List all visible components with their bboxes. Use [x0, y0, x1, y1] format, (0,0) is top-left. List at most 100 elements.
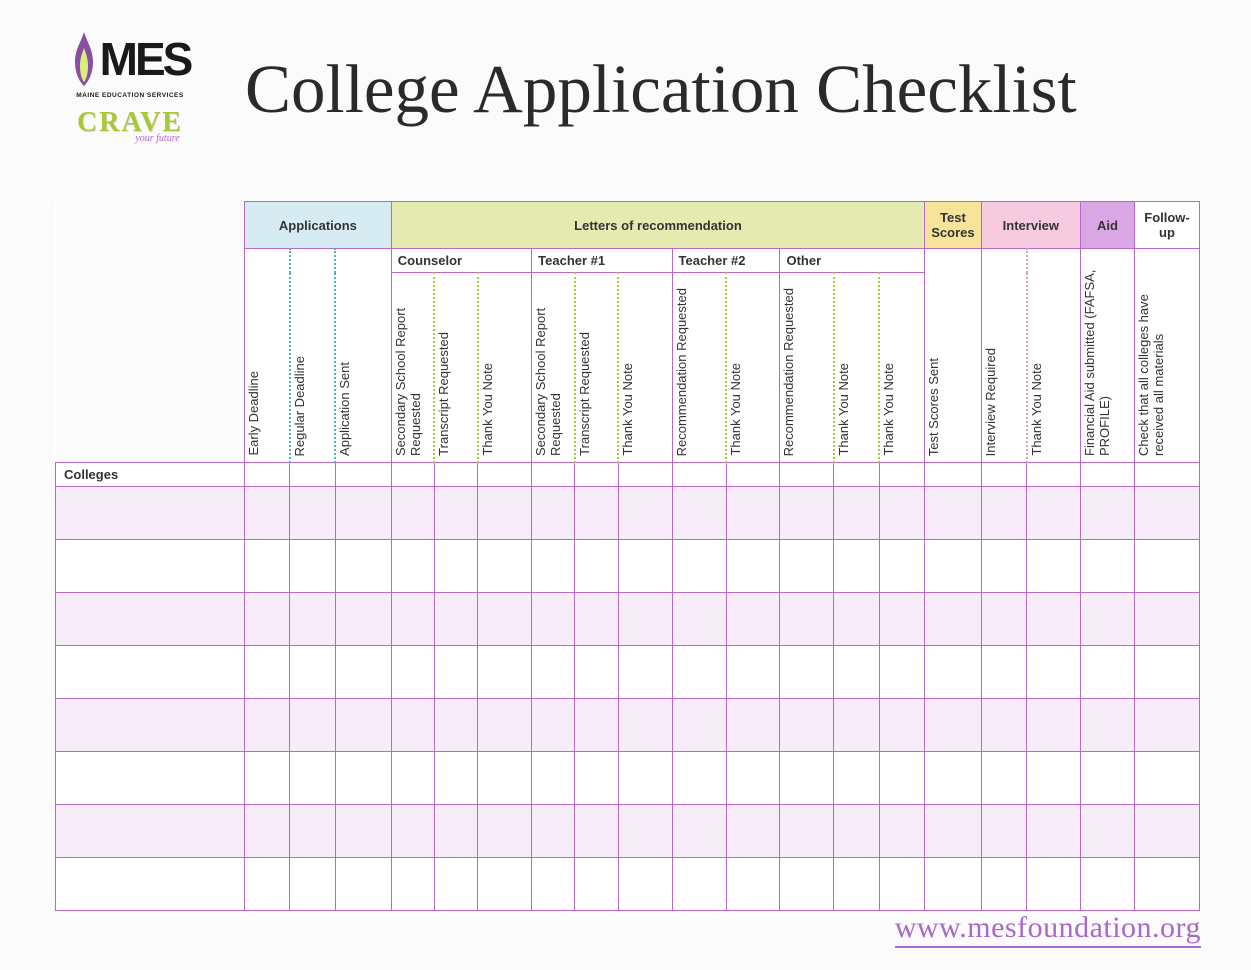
cell[interactable]: [1027, 699, 1081, 752]
cell[interactable]: [780, 805, 834, 858]
cell[interactable]: [56, 540, 245, 593]
cell[interactable]: [981, 699, 1026, 752]
cell[interactable]: [434, 540, 477, 593]
cell[interactable]: [1081, 752, 1135, 805]
cell[interactable]: [1027, 858, 1081, 911]
cell[interactable]: [879, 487, 924, 540]
cell[interactable]: [672, 540, 726, 593]
cell[interactable]: [391, 540, 434, 593]
cell[interactable]: [925, 858, 982, 911]
cell[interactable]: [1027, 752, 1081, 805]
cell[interactable]: [478, 752, 532, 805]
cell[interactable]: [575, 540, 618, 593]
cell[interactable]: [434, 699, 477, 752]
cell[interactable]: [981, 593, 1026, 646]
cell[interactable]: [56, 699, 245, 752]
cell[interactable]: [981, 487, 1026, 540]
cell[interactable]: [780, 593, 834, 646]
cell[interactable]: [434, 593, 477, 646]
cell[interactable]: [290, 487, 335, 540]
cell[interactable]: [780, 646, 834, 699]
cell[interactable]: [618, 858, 672, 911]
cell[interactable]: [1027, 646, 1081, 699]
cell[interactable]: [1081, 540, 1135, 593]
cell[interactable]: [981, 858, 1026, 911]
cell[interactable]: [1081, 646, 1135, 699]
cell[interactable]: [1027, 805, 1081, 858]
cell[interactable]: [244, 858, 289, 911]
cell[interactable]: [575, 593, 618, 646]
cell[interactable]: [879, 593, 924, 646]
cell[interactable]: [672, 858, 726, 911]
cell[interactable]: [434, 858, 477, 911]
cell[interactable]: [925, 593, 982, 646]
cell[interactable]: [981, 752, 1026, 805]
cell[interactable]: [618, 646, 672, 699]
cell[interactable]: [335, 699, 391, 752]
cell[interactable]: [478, 699, 532, 752]
cell[interactable]: [618, 540, 672, 593]
cell[interactable]: [618, 487, 672, 540]
cell[interactable]: [618, 752, 672, 805]
cell[interactable]: [335, 487, 391, 540]
cell[interactable]: [672, 752, 726, 805]
cell[interactable]: [1135, 540, 1200, 593]
cell[interactable]: [434, 805, 477, 858]
cell[interactable]: [478, 646, 532, 699]
cell[interactable]: [244, 593, 289, 646]
cell[interactable]: [618, 699, 672, 752]
cell[interactable]: [1081, 858, 1135, 911]
cell[interactable]: [532, 487, 575, 540]
cell[interactable]: [434, 487, 477, 540]
cell[interactable]: [1027, 487, 1081, 540]
cell[interactable]: [925, 752, 982, 805]
cell[interactable]: [834, 487, 879, 540]
cell[interactable]: [290, 752, 335, 805]
cell[interactable]: [879, 540, 924, 593]
cell[interactable]: [532, 593, 575, 646]
cell[interactable]: [834, 593, 879, 646]
cell[interactable]: [879, 858, 924, 911]
cell[interactable]: [575, 699, 618, 752]
cell[interactable]: [1027, 593, 1081, 646]
cell[interactable]: [925, 540, 982, 593]
cell[interactable]: [335, 858, 391, 911]
cell[interactable]: [532, 699, 575, 752]
cell[interactable]: [672, 699, 726, 752]
cell[interactable]: [391, 487, 434, 540]
cell[interactable]: [478, 805, 532, 858]
cell[interactable]: [532, 540, 575, 593]
cell[interactable]: [1135, 593, 1200, 646]
cell[interactable]: [672, 487, 726, 540]
cell[interactable]: [1135, 699, 1200, 752]
cell[interactable]: [244, 752, 289, 805]
cell[interactable]: [478, 858, 532, 911]
cell[interactable]: [834, 858, 879, 911]
cell[interactable]: [834, 646, 879, 699]
cell[interactable]: [391, 646, 434, 699]
cell[interactable]: [726, 699, 780, 752]
cell[interactable]: [391, 858, 434, 911]
cell[interactable]: [925, 805, 982, 858]
cell[interactable]: [726, 593, 780, 646]
cell[interactable]: [1135, 487, 1200, 540]
cell[interactable]: [672, 593, 726, 646]
cell[interactable]: [726, 540, 780, 593]
cell[interactable]: [834, 540, 879, 593]
cell[interactable]: [618, 593, 672, 646]
cell[interactable]: [726, 858, 780, 911]
cell[interactable]: [879, 699, 924, 752]
cell[interactable]: [780, 752, 834, 805]
cell[interactable]: [780, 699, 834, 752]
cell[interactable]: [478, 487, 532, 540]
cell[interactable]: [981, 805, 1026, 858]
cell[interactable]: [1081, 593, 1135, 646]
cell[interactable]: [335, 805, 391, 858]
cell[interactable]: [780, 487, 834, 540]
cell[interactable]: [290, 699, 335, 752]
cell[interactable]: [981, 646, 1026, 699]
cell[interactable]: [290, 805, 335, 858]
cell[interactable]: [56, 752, 245, 805]
cell[interactable]: [780, 540, 834, 593]
cell[interactable]: [575, 858, 618, 911]
